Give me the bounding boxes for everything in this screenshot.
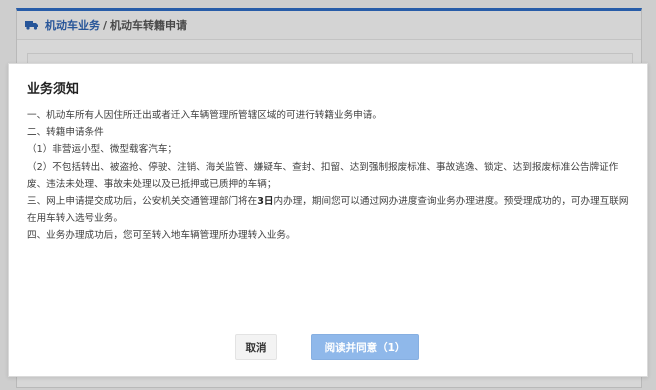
notice-text: 三、网上申请提交成功后，公安机关交通管理部门将在 bbox=[27, 196, 258, 208]
modal-title: 业务须知 bbox=[27, 82, 80, 97]
modal-body: 一、机动车所有人因住所迁出或者迁入车辆管理所管辖区域的可进行转籍业务申请。 二、… bbox=[27, 107, 633, 245]
notice-line: 一、机动车所有人因住所迁出或者迁入车辆管理所管辖区域的可进行转籍业务申请。 bbox=[27, 110, 382, 121]
notice-line-deadline: 三、网上申请提交成功后，公安机关交通管理部门将在3日内办理，期间您可以通过网办进… bbox=[27, 193, 633, 227]
agree-button[interactable]: 阅读并同意（1） bbox=[311, 334, 419, 360]
notice-line: 二、转籍申请条件 bbox=[27, 127, 104, 139]
notice-line: （2）不包括转出、被盗抢、停驶、注销、海关监管、嫌疑车、查封、扣留、达到强制报废… bbox=[27, 161, 619, 190]
notice-line: 四、业务办理成功后，您可至转入地车辆管理所办理转入业务。 bbox=[27, 230, 296, 242]
cancel-button[interactable]: 取消 bbox=[235, 334, 277, 360]
deadline-days: 3日 bbox=[257, 196, 274, 208]
notice-modal: 业务须知 一、机动车所有人因住所迁出或者迁入车辆管理所管辖区域的可进行转籍业务申… bbox=[8, 63, 648, 377]
notice-line: （1）非营运小型、微型载客汽车； bbox=[27, 144, 178, 156]
